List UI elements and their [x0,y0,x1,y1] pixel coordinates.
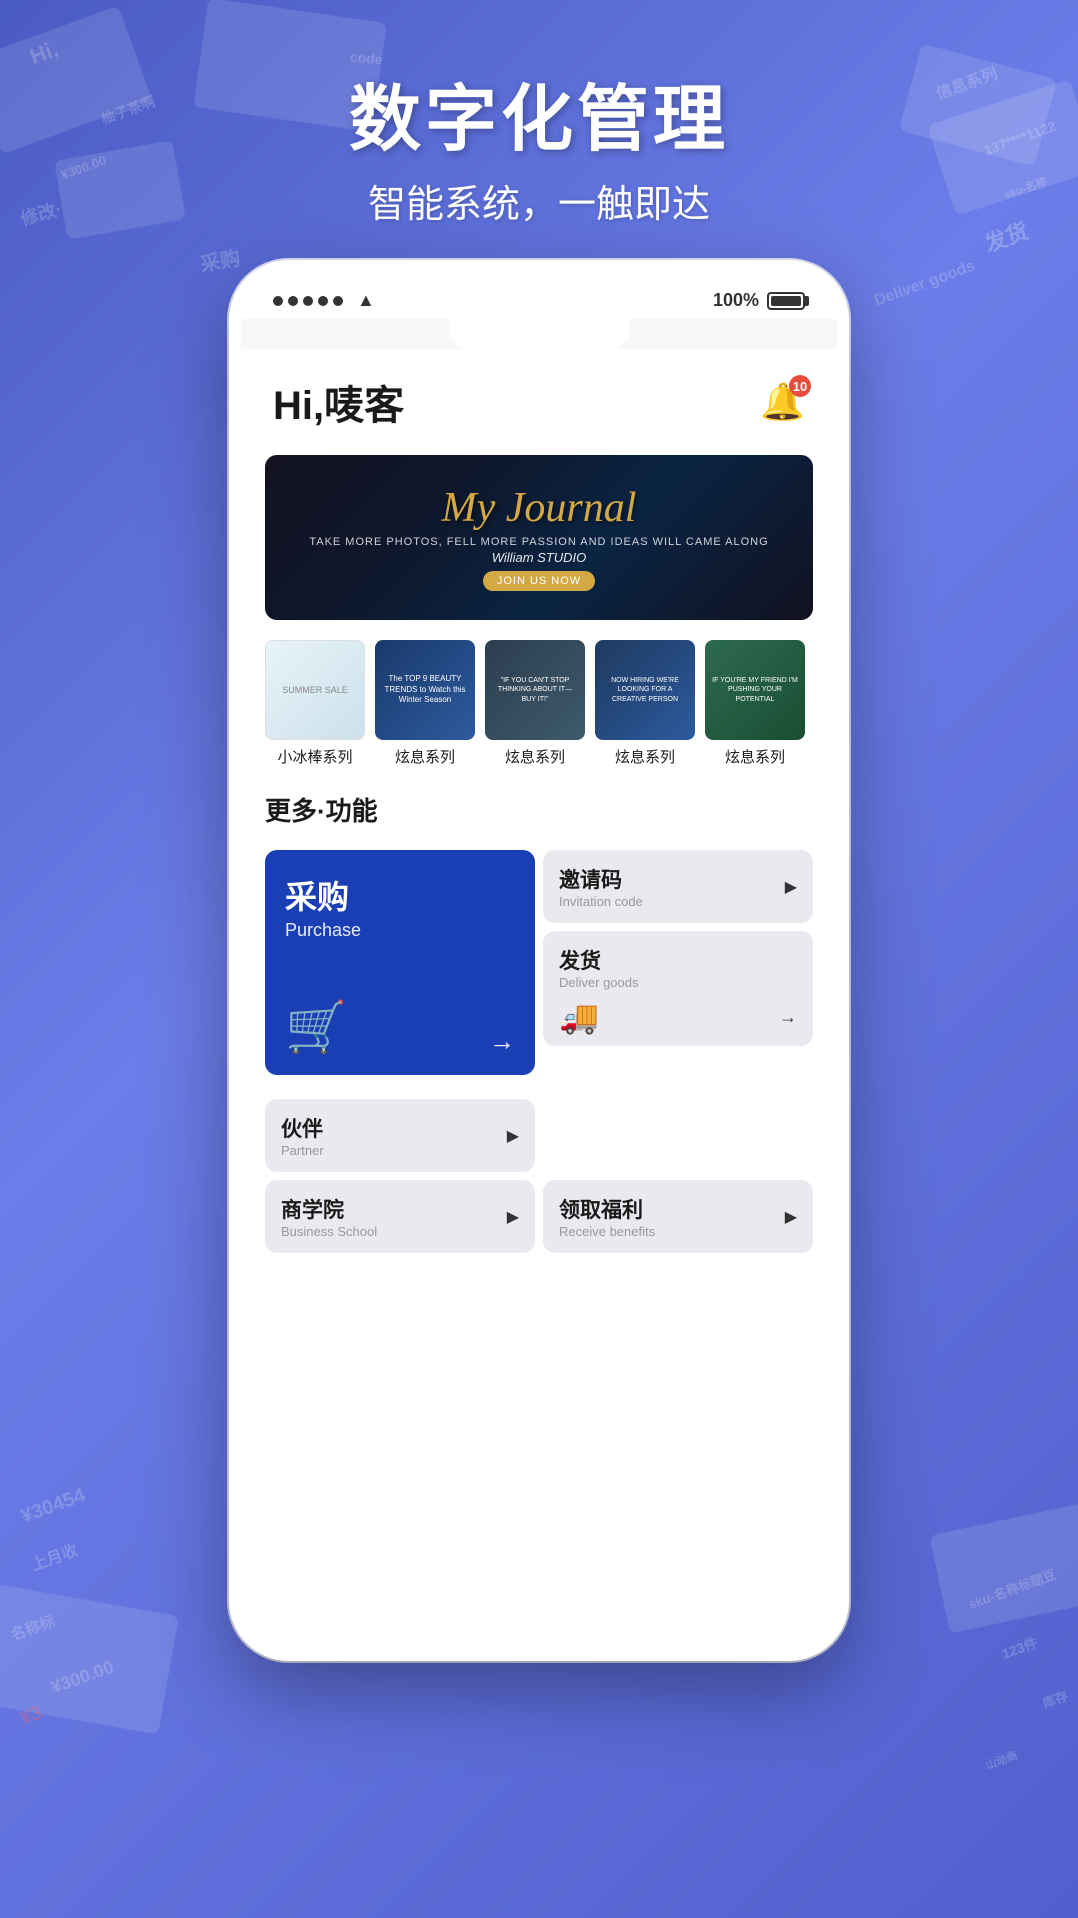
phone-outer-frame: ▲ 100% Hi,唛客 🔔 10 [229,260,849,1661]
main-subtitle: 智能系统，一触即达 [0,173,1078,228]
school-benefits-row: 商学院 Business School ▶ 领取福利 Receive benef… [265,1180,813,1253]
invitation-cn: 邀请码 [559,864,643,894]
deliver-bottom-row: 🚚 → [559,998,797,1036]
series-thumb-0: SUMMER SALE [265,640,365,740]
more-functions-title: 更多·功能 [265,791,813,828]
series-item-1[interactable]: The TOP 9 BEAUTY TRENDS to Watch this Wi… [375,640,475,767]
partner-cn: 伙伴 [281,1113,324,1143]
series-label-4: 炫息系列 [725,746,785,767]
partner-en: Partner [281,1143,324,1158]
series-label-3: 炫息系列 [615,746,675,767]
truck-icon: 🚚 [559,998,599,1036]
school-text: 商学院 Business School [281,1194,377,1239]
benefits-en: Receive benefits [559,1224,655,1239]
cart-icon: 🛒 [285,998,347,1057]
purchase-arrow-icon: → [489,1026,515,1057]
battery-fill [771,296,801,306]
phone-notch [449,319,629,349]
business-school-card[interactable]: 商学院 Business School ▶ [265,1180,535,1253]
invitation-arrow-icon: ▶ [785,877,797,897]
series-thumb-2: "IF YOU CAN'T STOP THINKING ABOUT IT—BUY… [485,640,585,740]
signal-dot-5 [333,296,343,306]
main-title: 数字化管理 [0,60,1078,165]
signal-dot-1 [273,296,283,306]
header-section: 数字化管理 智能系统，一触即达 [0,60,1078,228]
signal-dot-3 [303,296,313,306]
notification-badge: 10 [789,375,811,397]
series-thumb-4: IF YOU'RE MY FRIEND I'M PUSHING YOUR POT… [705,640,805,740]
function-grid: 采购 Purchase 🛒 → [241,842,837,1099]
benefits-arrow-icon: ▶ [785,1207,797,1227]
banner-studio: William STUDIO [492,550,587,565]
status-bar: ▲ 100% [241,272,837,319]
greeting-text: Hi,唛客 [273,373,404,431]
school-cn: 商学院 [281,1194,377,1224]
series-label-1: 炫息系列 [395,746,455,767]
purchase-card[interactable]: 采购 Purchase 🛒 → [265,850,535,1075]
func-grid-section: 伙伴 Partner ▶ 商学院 Busin [241,1099,837,1277]
purchase-en-title: Purchase [285,920,515,941]
banner-title: My Journal [442,484,637,532]
banner-section: My Journal TAKE MORE PHOTOS, FELL MORE P… [241,447,837,636]
series-item-3[interactable]: NOW HIRING WE'RE LOOKING FOR A CREATIVE … [595,640,695,767]
purchase-card-top: 采购 Purchase [285,872,515,941]
series-item-0[interactable]: SUMMER SALE 小冰棒系列 [265,640,365,767]
benefits-text: 领取福利 Receive benefits [559,1194,655,1239]
school-en: Business School [281,1224,377,1239]
deliver-cn: 发货 [559,945,639,975]
phone-inner: ▲ 100% Hi,唛客 🔔 10 [241,272,837,1649]
series-scroll-container[interactable]: SUMMER SALE 小冰棒系列 The TOP 9 BEAUTY TREND… [265,640,813,767]
battery-percent: 100% [713,290,759,311]
series-thumb-3: NOW HIRING WE'RE LOOKING FOR A CREATIVE … [595,640,695,740]
partner-row: 伙伴 Partner ▶ [265,1099,813,1172]
benefits-cn: 领取福利 [559,1194,655,1224]
partner-text: 伙伴 Partner [281,1113,324,1158]
purchase-card-wrapper: 采购 Purchase 🛒 → [265,850,535,1075]
deliver-arrow-icon: → [779,1007,797,1028]
series-thumb-1: The TOP 9 BEAUTY TRENDS to Watch this Wi… [375,640,475,740]
banner-subtitle: TAKE MORE PHOTOS, FELL MORE PASSION AND … [309,536,768,548]
notification-bell-wrap[interactable]: 🔔 10 [760,381,805,423]
battery-bar [767,292,805,310]
purchase-cn-title: 采购 [285,872,515,918]
signal-dots [273,296,343,306]
deliver-en: Deliver goods [559,975,639,990]
app-header: Hi,唛客 🔔 10 [241,349,837,447]
series-item-4[interactable]: IF YOU'RE MY FRIEND I'M PUSHING YOUR POT… [705,640,805,767]
invitation-code-card[interactable]: 邀请码 Invitation code ▶ [543,850,813,923]
series-item-2[interactable]: "IF YOU CAN'T STOP THINKING ABOUT IT—BUY… [485,640,585,767]
series-label-0: 小冰棒系列 [277,746,352,767]
signal-dot-2 [288,296,298,306]
series-label-2: 炫息系列 [505,746,565,767]
benefits-card[interactable]: 领取福利 Receive benefits ▶ [543,1180,813,1253]
right-cards-column: 邀请码 Invitation code ▶ 发货 Deliver goods [543,850,813,1075]
battery-section: 100% [713,290,805,311]
deliver-text-section: 发货 Deliver goods [559,945,639,990]
invitation-code-text: 邀请码 Invitation code [559,864,643,909]
wifi-icon: ▲ [357,290,375,311]
more-functions-section: 更多·功能 [241,783,837,828]
partner-arrow-icon: ▶ [507,1126,519,1146]
banner-join-button[interactable]: JOIN US NOW [483,571,595,591]
app-content: Hi,唛客 🔔 10 My Journal TAKE MORE PHOTOS, … [241,349,837,1649]
invitation-en: Invitation code [559,894,643,909]
purchase-card-bottom: 🛒 → [285,998,515,1057]
school-arrow-icon: ▶ [507,1207,519,1227]
deliver-goods-card[interactable]: 发货 Deliver goods 🚚 → [543,931,813,1046]
phone-mockup: ▲ 100% Hi,唛客 🔔 10 [229,260,849,1661]
partner-card[interactable]: 伙伴 Partner ▶ [265,1099,535,1172]
signal-dot-4 [318,296,328,306]
series-section: SUMMER SALE 小冰棒系列 The TOP 9 BEAUTY TREND… [241,636,837,783]
banner-image[interactable]: My Journal TAKE MORE PHOTOS, FELL MORE P… [265,455,813,620]
